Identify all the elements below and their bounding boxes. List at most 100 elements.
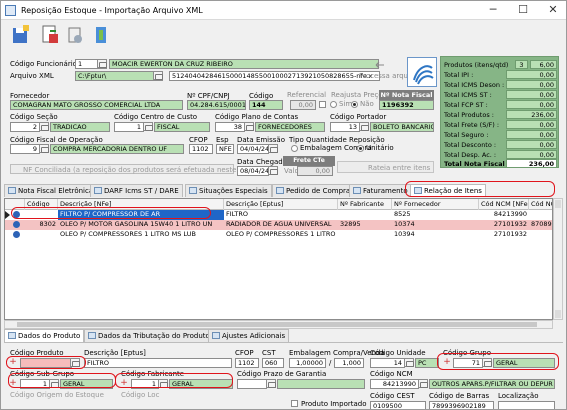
- settings-button[interactable]: [63, 23, 89, 49]
- centro-code-input[interactable]: 1: [114, 122, 144, 132]
- tab-ajustes-adicionais[interactable]: Ajustes Adicionais: [208, 329, 290, 342]
- grid-horizontal-scrollbar[interactable]: [4, 320, 553, 329]
- barras-label: Código de Barras: [429, 392, 490, 400]
- ncm-code-input[interactable]: 84213990: [370, 379, 419, 389]
- unidade-code-input[interactable]: 14: [370, 358, 405, 368]
- grid-vertical-scrollbar[interactable]: [553, 198, 563, 320]
- cell-desc-nfe: OLEO P/ MOTOR GASOLINA 15W40 1 LITRO UN: [60, 220, 213, 228]
- maximize-button[interactable]: ☐: [508, 1, 538, 20]
- nota-fiscal-field: 1196392: [379, 100, 434, 110]
- portador-label: Código Portador: [330, 113, 387, 121]
- reajusta-sim-radio[interactable]: [330, 101, 337, 108]
- minimize-button[interactable]: ─: [478, 1, 508, 20]
- unidade-lookup-icon[interactable]: [404, 358, 414, 367]
- close-button[interactable]: ✕: [538, 1, 566, 20]
- tab-darf[interactable]: DARF Icms ST / DARE: [90, 184, 183, 197]
- embalagem-venda-field[interactable]: 1,000: [334, 358, 364, 368]
- chegada-field[interactable]: 08/04/24: [237, 166, 269, 176]
- portador-code-input[interactable]: 13: [330, 122, 360, 132]
- totals-panel: Produtos (itens/qtd) 3 6,00 Total IPI :0…: [440, 56, 559, 168]
- tab-nota-fiscal[interactable]: Nota Fiscal Eletrônica: [4, 184, 98, 197]
- referencial-checkbox[interactable]: [319, 101, 326, 108]
- reajusta-nao-radio[interactable]: [351, 101, 358, 108]
- cpf-cnpj-field: 04.284.615/0001-48: [187, 100, 246, 110]
- produto-importado-checkbox[interactable]: [291, 400, 298, 407]
- produto-cfop-field[interactable]: 1102: [235, 358, 259, 368]
- cell-fornecedor: 8525: [394, 210, 411, 218]
- tipo-embalagem-radio[interactable]: [291, 145, 298, 152]
- save-button[interactable]: [9, 23, 35, 49]
- ncm-lookup-icon[interactable]: [418, 379, 428, 388]
- secao-lookup-icon[interactable]: [39, 122, 49, 131]
- totals-row-4: Total FCP ST :0,00: [444, 100, 557, 110]
- table-row[interactable]: 8302 OLEO P/ MOTOR GASOLINA 15W40 1 LITR…: [5, 220, 552, 230]
- cfop-label: CFOP: [189, 136, 208, 144]
- cest-field[interactable]: 0109500: [370, 401, 426, 409]
- table-row[interactable]: OLEO P/ COMPRESSORES 1 LITRO MS LUB OLEO…: [5, 230, 552, 240]
- cell-ncm-nfe: 84213990: [493, 210, 527, 218]
- import-icon: [42, 25, 58, 43]
- esp-field[interactable]: NFE: [216, 144, 234, 154]
- grid-header-cell[interactable]: Nº Fabricante: [338, 199, 392, 210]
- nf-conciliada-button[interactable]: NF Conciliada (a reposição dos produtos …: [10, 164, 275, 174]
- grid-header-cell[interactable]: Cód NCM [NFe]: [479, 199, 529, 210]
- garantia-code-input[interactable]: [237, 379, 267, 389]
- grid-header-cell[interactable]: Cód NCM [Eptus]: [529, 199, 552, 210]
- annotation-subgrupo: [8, 373, 116, 388]
- centro-lookup-icon[interactable]: [143, 122, 153, 131]
- portador-lookup-icon[interactable]: [359, 122, 369, 131]
- arquivo-xml-input[interactable]: C:\Fptur\: [75, 71, 163, 81]
- tab-dados-produto[interactable]: Dados do Produto: [4, 329, 85, 342]
- arquivo-xml-key-field[interactable]: 5124040428461500014855001000271392105082…: [169, 71, 380, 81]
- emissao-calendar-icon[interactable]: [268, 144, 278, 153]
- descricao-eptus-label: Descrição [Eptus]: [84, 349, 146, 357]
- descricao-eptus-field[interactable]: FILTRO: [84, 358, 232, 368]
- main-window: Reposição Estoque - Importação Arquivo X…: [0, 0, 567, 410]
- tab-pedido-compra[interactable]: Pedido de Compra: [272, 184, 355, 197]
- embalagem-compra-field[interactable]: 1,00000: [289, 358, 326, 368]
- rateia-label: Rateia entre itens: [368, 164, 431, 172]
- totals-row-8: Total Desconto :0,00: [444, 140, 557, 150]
- tab-dados-tributacao[interactable]: Dados da Tributação do Produto: [84, 329, 214, 342]
- produto-cst-field[interactable]: 060: [262, 358, 284, 368]
- annotation-relacao-itens: [405, 181, 555, 197]
- scroll-down-icon[interactable]: [555, 310, 561, 318]
- codigo-funcionario-label: Código Funcionário: [10, 60, 77, 68]
- import-button[interactable]: [38, 23, 64, 49]
- tipo-unitario-radio[interactable]: [357, 145, 364, 152]
- operacao-lookup-icon[interactable]: [39, 144, 49, 153]
- plano-name-field: FORNECEDORES: [255, 122, 325, 132]
- barras-field[interactable]: 7899396902189: [429, 401, 494, 409]
- tab-faturamento[interactable]: Faturamento: [349, 184, 412, 197]
- garantia-lookup-icon[interactable]: [266, 379, 276, 388]
- rateia-button[interactable]: Rateia entre itens: [337, 161, 434, 173]
- app-logo: [407, 57, 437, 87]
- chegada-calendar-icon[interactable]: [268, 166, 278, 175]
- grid-header-cell[interactable]: Nº Fornecedor: [392, 199, 479, 210]
- cell-desc-eptus: FILTRO: [226, 210, 248, 218]
- cell-fabricante: [338, 230, 392, 240]
- emissao-field[interactable]: 04/04/24: [237, 144, 269, 154]
- funcionario-lookup-icon[interactable]: [97, 59, 107, 68]
- scroll-thumb[interactable]: [17, 322, 537, 327]
- centro-label: Código Centro de Custo: [114, 113, 198, 121]
- operacao-code-input[interactable]: 9: [10, 144, 40, 154]
- current-row-arrow-icon: [5, 211, 10, 219]
- localizacao-field[interactable]: [498, 401, 555, 409]
- garantia-label: Código Prazo de Garantia: [237, 370, 327, 378]
- plano-code-input[interactable]: 38: [215, 122, 245, 132]
- grid-header-cell[interactable]: Descrição [Eptus]: [224, 199, 338, 210]
- secao-code-input[interactable]: 2: [10, 122, 40, 132]
- tab-situacoes-especiais[interactable]: Situações Especiais: [185, 184, 272, 197]
- scroll-up-icon[interactable]: [555, 200, 561, 208]
- codigo-label: Código: [249, 92, 274, 100]
- row-info-icon: [13, 221, 20, 228]
- tipo-quantidade-label: Tipo Quantidade Reposição: [289, 136, 385, 144]
- plano-label: Código Plano de Contas: [215, 113, 299, 121]
- exit-button[interactable]: [89, 23, 115, 49]
- origem-label: Código Origem do Estoque: [10, 391, 104, 399]
- plano-lookup-icon[interactable]: [244, 122, 254, 131]
- cfop-field[interactable]: 1102: [189, 144, 213, 154]
- folder-browse-icon[interactable]: [153, 71, 163, 80]
- frete-cte-label: Frete CTe Vinculado: [283, 156, 335, 174]
